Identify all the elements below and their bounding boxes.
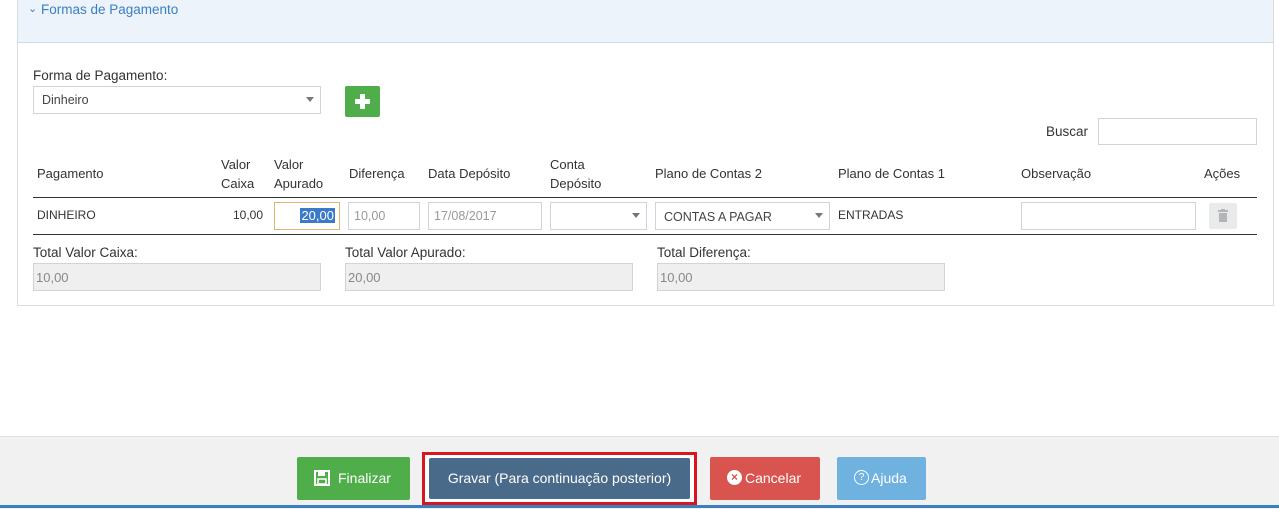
observacao-input[interactable] bbox=[1021, 202, 1196, 230]
total-diferenca-field: 10,00 bbox=[657, 263, 945, 291]
plano-contas-2-select[interactable]: CONTAS A PAGAR bbox=[655, 202, 830, 230]
header-acoes: Ações bbox=[1204, 166, 1241, 181]
header-valor-caixa-1: Valor bbox=[221, 157, 251, 172]
valor-apurado-input[interactable]: 20,00 bbox=[274, 202, 340, 230]
add-payment-button[interactable] bbox=[345, 86, 380, 117]
total-apurado-field: 20,00 bbox=[345, 263, 633, 291]
total-caixa-label: Total Valor Caixa: bbox=[33, 245, 138, 260]
chevron-down-icon bbox=[632, 213, 640, 218]
chevron-down-icon: ⌄ bbox=[28, 3, 38, 15]
chevron-down-icon bbox=[306, 97, 314, 102]
table-header-divider bbox=[33, 197, 1257, 198]
chevron-down-icon bbox=[815, 213, 823, 218]
gravar-highlight: Gravar (Para continuação posterior) bbox=[422, 452, 697, 505]
row-valor-caixa: 10,00 bbox=[233, 208, 264, 222]
header-conta-deposito-1: Conta bbox=[550, 157, 585, 172]
header-diferenca: Diferença bbox=[349, 166, 405, 181]
save-icon bbox=[314, 470, 330, 486]
trash-icon bbox=[1218, 209, 1228, 222]
conta-deposito-select[interactable] bbox=[550, 202, 647, 230]
search-label: Buscar bbox=[1046, 124, 1089, 139]
cancelar-button[interactable]: × Cancelar bbox=[710, 457, 820, 500]
forma-pagamento-value: Dinheiro bbox=[42, 93, 89, 107]
cancel-circle-icon: × bbox=[727, 470, 742, 485]
row-plano-contas-1: ENTRADAS bbox=[838, 208, 904, 222]
header-valor-caixa-2: Caixa bbox=[221, 176, 255, 191]
total-diferenca-label: Total Diferença: bbox=[657, 245, 751, 260]
header-plano-contas-1: Plano de Contas 1 bbox=[838, 166, 945, 181]
header-plano-contas-2: Plano de Contas 2 bbox=[655, 166, 762, 181]
header-valor-apurado-2: Apurado bbox=[274, 176, 324, 191]
delete-row-button[interactable] bbox=[1209, 203, 1237, 229]
finalizar-button[interactable]: Finalizar bbox=[297, 457, 410, 500]
total-caixa-field: 10,00 bbox=[33, 263, 321, 291]
gravar-button[interactable]: Gravar (Para continuação posterior) bbox=[429, 458, 690, 499]
table-bottom-divider bbox=[33, 234, 1257, 235]
header-data-deposito: Data Depósito bbox=[428, 166, 511, 181]
forma-pagamento-label: Forma de Pagamento: bbox=[33, 68, 168, 83]
forma-pagamento-select[interactable]: Dinheiro bbox=[33, 86, 321, 114]
header-observacao: Observação bbox=[1021, 166, 1092, 181]
payment-panel: ⌄ Formas de Pagamento bbox=[17, 0, 1274, 306]
section-title: Formas de Pagamento bbox=[41, 2, 179, 17]
header-conta-deposito-2: Depósito bbox=[550, 176, 602, 191]
diferenca-input[interactable]: 10,00 bbox=[348, 202, 420, 230]
search-input[interactable] bbox=[1098, 118, 1257, 145]
header-valor-apurado-1: Valor bbox=[274, 157, 304, 172]
section-header[interactable]: ⌄ Formas de Pagamento bbox=[18, 0, 1273, 43]
header-pagamento: Pagamento bbox=[37, 166, 104, 181]
data-deposito-input[interactable]: 17/08/2017 bbox=[428, 202, 542, 230]
total-apurado-label: Total Valor Apurado: bbox=[345, 245, 466, 260]
ajuda-button[interactable]: ? Ajuda bbox=[837, 457, 926, 500]
row-pagamento: DINHEIRO bbox=[37, 208, 96, 222]
help-circle-icon: ? bbox=[854, 470, 869, 485]
